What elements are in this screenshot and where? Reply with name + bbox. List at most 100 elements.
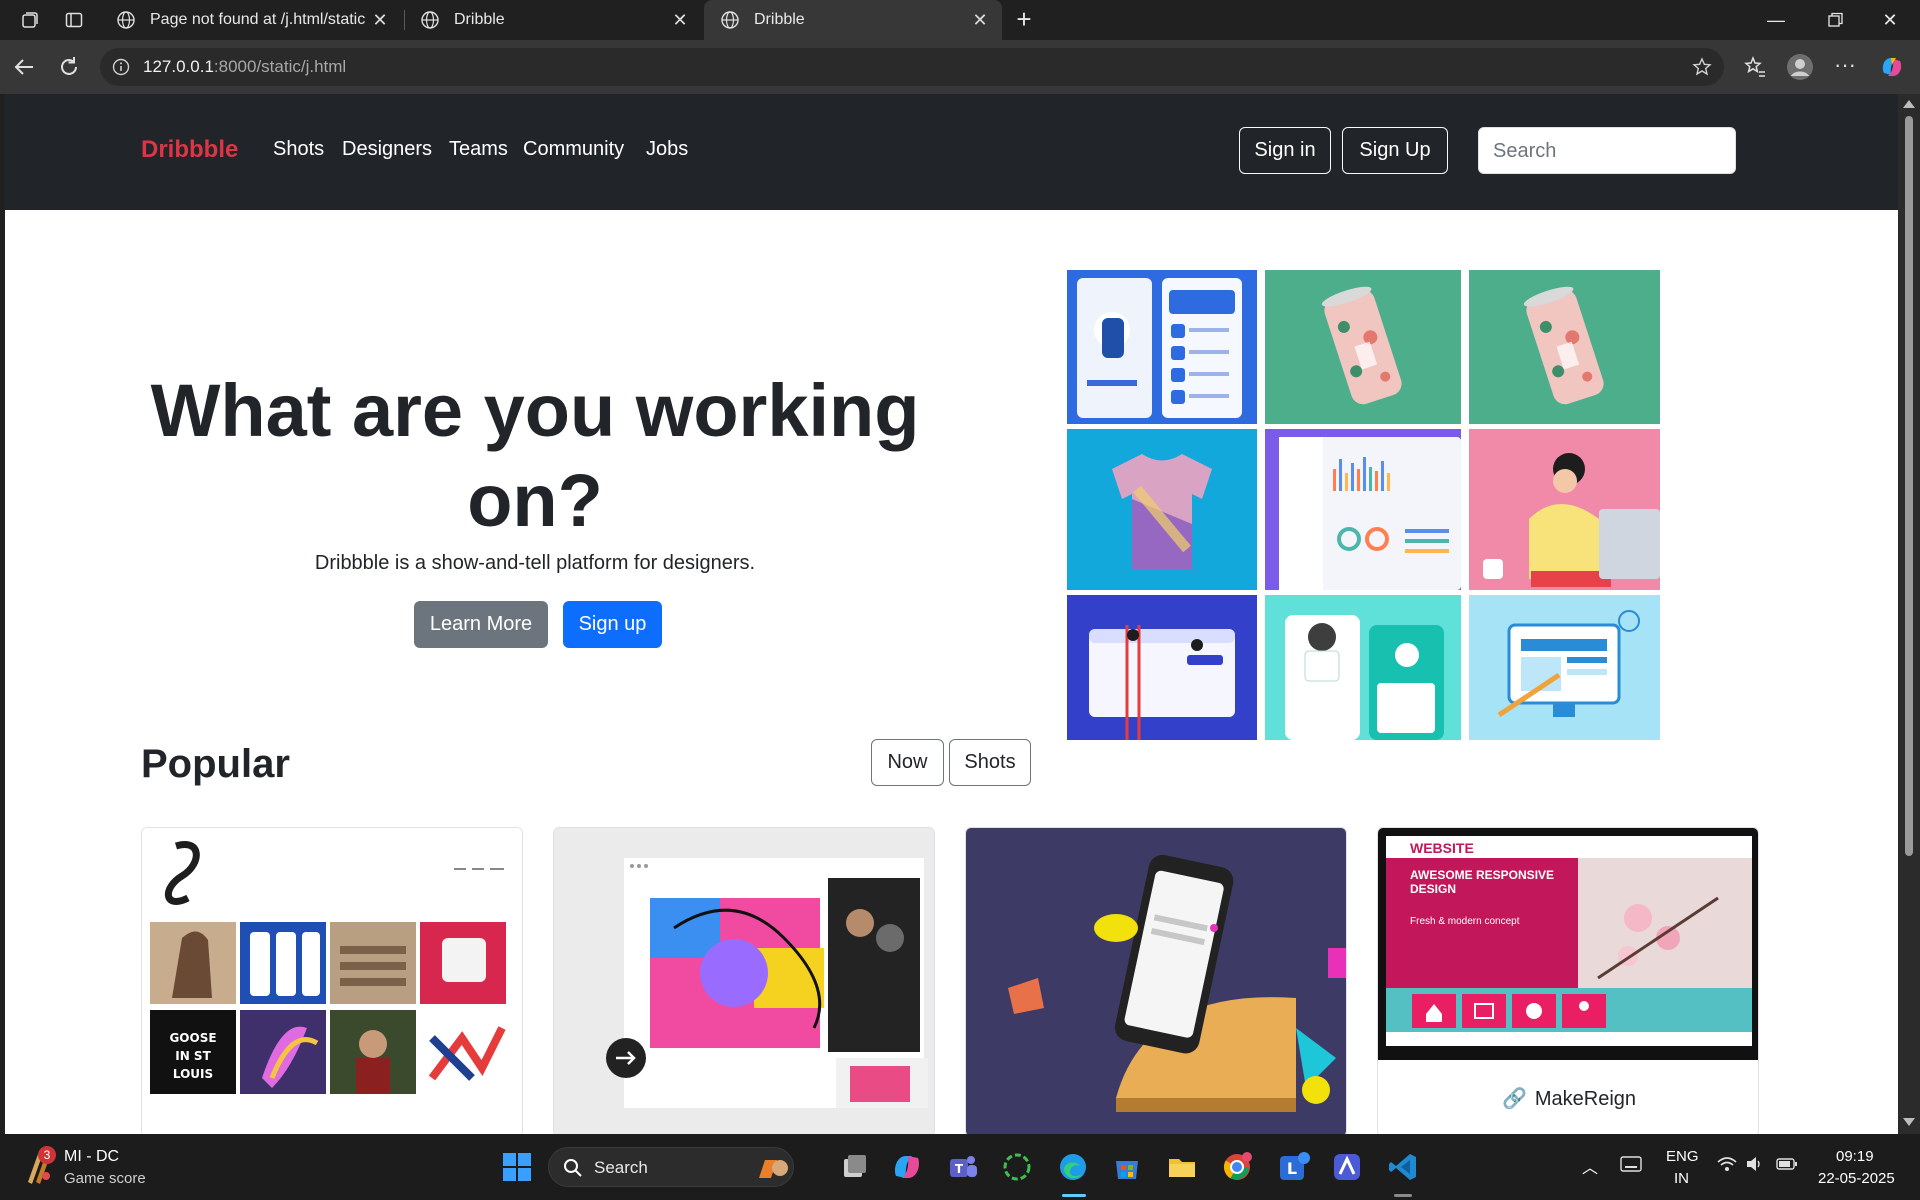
nav-link-community[interactable]: Community	[523, 138, 624, 161]
refresh-icon[interactable]	[56, 54, 82, 80]
scrollbar-thumb[interactable]	[1905, 116, 1913, 856]
url-host: 127.0.0.1	[143, 57, 214, 76]
keyboard-icon[interactable]	[1620, 1156, 1642, 1172]
windows-taskbar: 3 MI - DC Game score Search T L ︿ ENG IN…	[0, 1134, 1920, 1200]
windows-start-icon[interactable]	[500, 1150, 534, 1184]
vpn-app-icon[interactable]	[1330, 1150, 1364, 1184]
page-viewport: Dribbble Shots Designers Teams Community…	[5, 94, 1898, 1134]
sign-in-button[interactable]: Sign in	[1239, 127, 1331, 174]
illustration-woman-image	[1469, 429, 1660, 590]
active-app-indicator	[1062, 1194, 1086, 1197]
minimize-button[interactable]: —	[1764, 8, 1788, 32]
link-icon: 🔗	[1501, 1088, 1527, 1110]
shot-card[interactable]	[553, 827, 935, 1134]
goose-logo-text-2: IN ST	[175, 1049, 211, 1063]
favorites-icon[interactable]	[1742, 54, 1768, 80]
tab-title: Dribble	[454, 11, 505, 28]
address-bar[interactable]: 127.0.0.1:8000/static/j.html	[100, 48, 1724, 86]
favorite-star-icon[interactable]	[1692, 57, 1712, 77]
tray-overflow-chevron-icon[interactable]: ︿	[1582, 1154, 1598, 1178]
scroll-down-arrow-icon[interactable]	[1903, 1118, 1915, 1126]
taskbar-search[interactable]: Search	[548, 1147, 794, 1187]
tab-actions-icon[interactable]	[64, 10, 84, 30]
tab-title: Page not found at /j.html/static	[150, 11, 366, 28]
chrome-icon[interactable]	[1220, 1150, 1254, 1184]
browser-tab-1[interactable]: Page not found at /j.html/static ✕	[100, 0, 402, 40]
goose-logo-text-3: LOUIS	[173, 1067, 213, 1081]
workspaces-icon[interactable]	[20, 10, 40, 30]
game-score-badge: 3	[38, 1146, 56, 1164]
restore-button[interactable]	[1823, 8, 1847, 32]
scroll-up-arrow-icon[interactable]	[1903, 100, 1915, 108]
filter-now-button[interactable]: Now	[871, 739, 944, 786]
nav-link-shots[interactable]: Shots	[273, 138, 324, 161]
file-explorer-icon[interactable]	[1165, 1150, 1199, 1184]
more-menu-icon[interactable]: ···	[1832, 54, 1858, 80]
learn-more-button[interactable]: Learn More	[414, 601, 548, 648]
volume-icon[interactable]	[1744, 1154, 1764, 1174]
browser-tab-2[interactable]: Dribble ✕	[404, 0, 702, 40]
popular-heading: Popular	[141, 742, 290, 786]
game-title[interactable]: MI - DC	[64, 1148, 119, 1166]
hero-subtitle: Dribbble is a show-and-tell platform for…	[314, 552, 756, 574]
open-app-indicator	[1394, 1194, 1412, 1197]
taskbar-search-label: Search	[594, 1158, 648, 1177]
close-icon[interactable]: ✕	[970, 10, 990, 30]
clock-date[interactable]: 22-05-2025	[1818, 1170, 1895, 1187]
nav-link-jobs[interactable]: Jobs	[646, 138, 688, 161]
learning-app-icon[interactable]: L	[1276, 1150, 1310, 1184]
browser-toolbar: 127.0.0.1:8000/static/j.html ···	[0, 40, 1920, 94]
card-title-text[interactable]: MakeReign	[1535, 1088, 1636, 1110]
svg-text:T: T	[955, 1162, 964, 1176]
game-subtitle: Game score	[64, 1170, 146, 1187]
filter-shots-button[interactable]: Shots	[949, 739, 1031, 786]
search-input[interactable]: Search	[1478, 127, 1736, 174]
shot-thumbnail: GOOSE IN ST LOUIS	[142, 828, 522, 1134]
battery-icon[interactable]	[1776, 1156, 1798, 1172]
card-title: 🔗 MakeReign	[1378, 1086, 1758, 1111]
goose-logo-text: GOOSE	[169, 1031, 216, 1045]
shot-card[interactable]: WEBSITE AWESOME RESPONSIVE DESIGN Fresh …	[1377, 827, 1759, 1134]
web-illustration-image	[1067, 595, 1257, 740]
browser-tab-3-active[interactable]: Dribble ✕	[704, 0, 1002, 40]
search-highlight-icon	[759, 1160, 788, 1178]
brand-logo[interactable]: Dribbble	[141, 136, 238, 164]
copilot-icon[interactable]	[1878, 53, 1906, 81]
drink-can-image	[1265, 270, 1461, 424]
url-path: :8000/static/j.html	[213, 57, 347, 76]
doctor-app-image	[1265, 595, 1461, 740]
sync-app-icon[interactable]	[1000, 1150, 1034, 1184]
tab-title: Dribble	[754, 11, 805, 28]
page-scrollbar[interactable]	[1898, 94, 1920, 1134]
copilot-app-icon[interactable]	[890, 1150, 924, 1184]
task-view-icon[interactable]	[838, 1150, 872, 1184]
site-navbar: Dribbble Shots Designers Teams Community…	[5, 94, 1898, 210]
close-icon[interactable]: ✕	[370, 10, 390, 30]
computer-illustration-image	[1469, 595, 1660, 740]
tshirt-image	[1067, 429, 1257, 590]
vscode-icon[interactable]	[1386, 1150, 1420, 1184]
sign-up-button[interactable]: Sign Up	[1342, 127, 1448, 174]
drink-can-image-2	[1469, 270, 1660, 424]
back-arrow-icon[interactable]	[12, 54, 38, 80]
nav-link-designers[interactable]: Designers	[342, 138, 432, 161]
edge-browser-icon[interactable]	[1056, 1150, 1090, 1184]
shot-card[interactable]: GOOSE IN ST LOUIS	[141, 827, 523, 1134]
close-icon[interactable]: ✕	[670, 10, 690, 30]
globe-icon	[1526, 1003, 1542, 1019]
new-tab-button[interactable]: +	[1012, 6, 1036, 32]
wifi-icon[interactable]	[1716, 1154, 1738, 1174]
search-icon	[564, 1159, 582, 1177]
nav-link-teams[interactable]: Teams	[449, 138, 508, 161]
user-icon	[1579, 1001, 1589, 1011]
info-icon[interactable]	[112, 58, 130, 76]
hero-sign-up-button[interactable]: Sign up	[563, 601, 662, 648]
microsoft-store-icon[interactable]	[1110, 1150, 1144, 1184]
window-close-button[interactable]: ✕	[1878, 8, 1902, 32]
language-code[interactable]: ENG	[1666, 1148, 1699, 1165]
language-region: IN	[1674, 1170, 1689, 1187]
teams-icon[interactable]: T	[946, 1150, 980, 1184]
shot-card[interactable]	[965, 827, 1347, 1134]
clock-time[interactable]: 09:19	[1836, 1148, 1874, 1165]
profile-avatar-icon[interactable]	[1786, 53, 1814, 81]
